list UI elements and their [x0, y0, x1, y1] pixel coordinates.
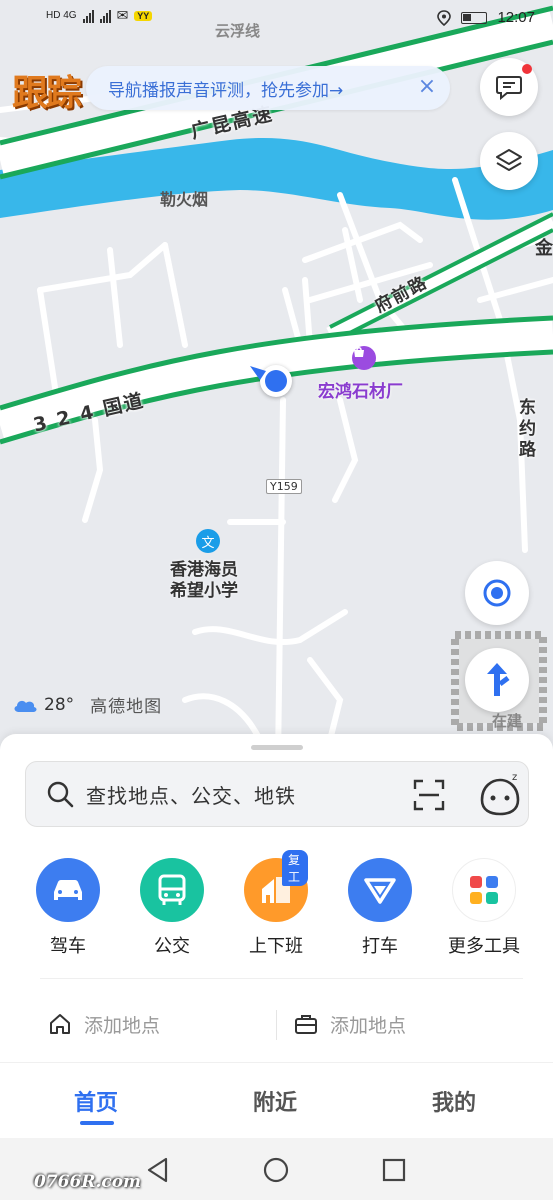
- game-logo[interactable]: 跟踪: [12, 64, 82, 116]
- quick-tools: 驾车 公交 复工 上下班 打车 更多工具: [0, 850, 553, 958]
- back-icon[interactable]: [146, 1157, 170, 1183]
- tab-mine[interactable]: 我的: [432, 1085, 476, 1117]
- tool-label: 更多工具: [448, 936, 520, 957]
- announcement-banner[interactable]: 导航播报声音评测，抢先参加→ ×: [86, 66, 450, 110]
- network-label: HD 4G: [46, 10, 77, 21]
- cloud-icon: [14, 700, 37, 712]
- saved-places-row: 添加地点 添加地点: [0, 1004, 553, 1044]
- tab-home[interactable]: 首页: [74, 1085, 118, 1117]
- close-icon[interactable]: ×: [416, 76, 438, 98]
- scan-icon[interactable]: [413, 779, 445, 811]
- location-icon: [437, 9, 452, 26]
- recents-icon[interactable]: [382, 1158, 406, 1182]
- active-tab-indicator: [80, 1121, 114, 1125]
- map-view[interactable]: 云浮线 广昆高速 勒火烟 金 府前路 3 2 4 国道 东约路 宏鸿石材厂 Y1…: [0, 0, 553, 760]
- search-icon: [47, 781, 74, 808]
- route-button[interactable]: [465, 648, 529, 712]
- tool-label: 打车: [362, 936, 398, 957]
- add-home-place[interactable]: 添加地点: [48, 1011, 160, 1038]
- tab-nearby[interactable]: 附近: [253, 1085, 297, 1117]
- map-label-poi-stone[interactable]: 宏鸿石材厂: [318, 377, 403, 402]
- search-bar[interactable]: 查找地点、公交、地铁 z: [25, 761, 529, 827]
- divider: [40, 978, 523, 979]
- temperature: 28°: [44, 694, 75, 715]
- banner-text: 导航播报声音评测，抢先参加→: [108, 80, 344, 101]
- tool-more[interactable]: 更多工具: [432, 858, 536, 958]
- heading-arrow-icon: [250, 366, 266, 380]
- chat-bubble-icon: [496, 76, 522, 100]
- layers-button[interactable]: [480, 132, 538, 190]
- locate-icon: [483, 579, 511, 607]
- bottom-tab-bar: 首页 附近 我的: [0, 1062, 553, 1138]
- sheet-drag-handle[interactable]: [251, 745, 303, 750]
- bottom-sheet[interactable]: 查找地点、公交、地铁 z 驾车 公交 复工 上下班 打车 更多工具 添加地点 添…: [0, 734, 553, 1064]
- map-label-right-edge: 金: [535, 238, 553, 259]
- weather-widget[interactable]: 28° 高德地图: [12, 692, 162, 717]
- home-nav-icon[interactable]: [263, 1157, 289, 1183]
- add-work-place[interactable]: 添加地点: [294, 1011, 406, 1038]
- resume-work-tag: 复工: [282, 850, 308, 886]
- map-label-construction: 在建: [492, 712, 523, 730]
- yy-badge: YY: [134, 10, 153, 21]
- tool-drive[interactable]: 驾车: [16, 858, 120, 958]
- status-right: 12:07: [437, 9, 535, 26]
- signal-icon-2: [99, 9, 111, 23]
- system-nav-bar: 0766R.com: [0, 1138, 553, 1200]
- wechat-icon: ✉: [116, 7, 129, 23]
- tool-commute[interactable]: 复工 上下班: [224, 850, 328, 958]
- watermark: 0766R.com: [34, 1172, 142, 1192]
- tool-label: 驾车: [50, 936, 86, 957]
- map-label-village: 勒火烟: [160, 190, 209, 209]
- tool-label: 公交: [154, 936, 190, 957]
- tool-bus[interactable]: 公交: [120, 858, 224, 958]
- add-work-label: 添加地点: [330, 1014, 407, 1037]
- status-bar: HD 4G ✉ YY 12:07: [0, 0, 553, 40]
- taxi-icon: [348, 858, 412, 922]
- bus-icon: [140, 858, 204, 922]
- locate-me-button[interactable]: [465, 561, 529, 625]
- road-code-badge: Y159: [266, 479, 302, 494]
- map-label-school[interactable]: 香港海员 希望小学: [170, 560, 238, 602]
- battery-icon: [461, 11, 488, 24]
- route-arrow-icon: [487, 663, 510, 696]
- notification-dot: [522, 64, 532, 74]
- clock: 12:07: [497, 9, 535, 26]
- tool-taxi[interactable]: 打车: [328, 858, 432, 958]
- tool-label: 上下班: [249, 936, 303, 957]
- divider-vertical: [276, 1010, 277, 1040]
- layers-icon: [496, 149, 522, 171]
- more-tools-icon: [452, 858, 516, 922]
- school-poi-icon[interactable]: 文: [196, 529, 220, 553]
- map-brand-logo: 高德地图: [90, 697, 163, 717]
- message-button[interactable]: [480, 58, 538, 116]
- home-icon: [50, 1014, 70, 1034]
- svg-text:z: z: [512, 772, 517, 783]
- add-home-label: 添加地点: [84, 1014, 161, 1037]
- car-icon: [36, 858, 100, 922]
- commute-icon: 复工: [244, 850, 308, 922]
- voice-assistant-icon[interactable]: z: [478, 772, 522, 818]
- briefcase-icon: [295, 1015, 317, 1034]
- signal-icon: [82, 9, 94, 23]
- search-placeholder: 查找地点、公交、地铁: [86, 783, 296, 808]
- map-label-dongyue-road: 东约路: [515, 398, 535, 461]
- status-left: HD 4G ✉ YY: [46, 7, 153, 24]
- shopping-poi-icon[interactable]: [352, 346, 376, 370]
